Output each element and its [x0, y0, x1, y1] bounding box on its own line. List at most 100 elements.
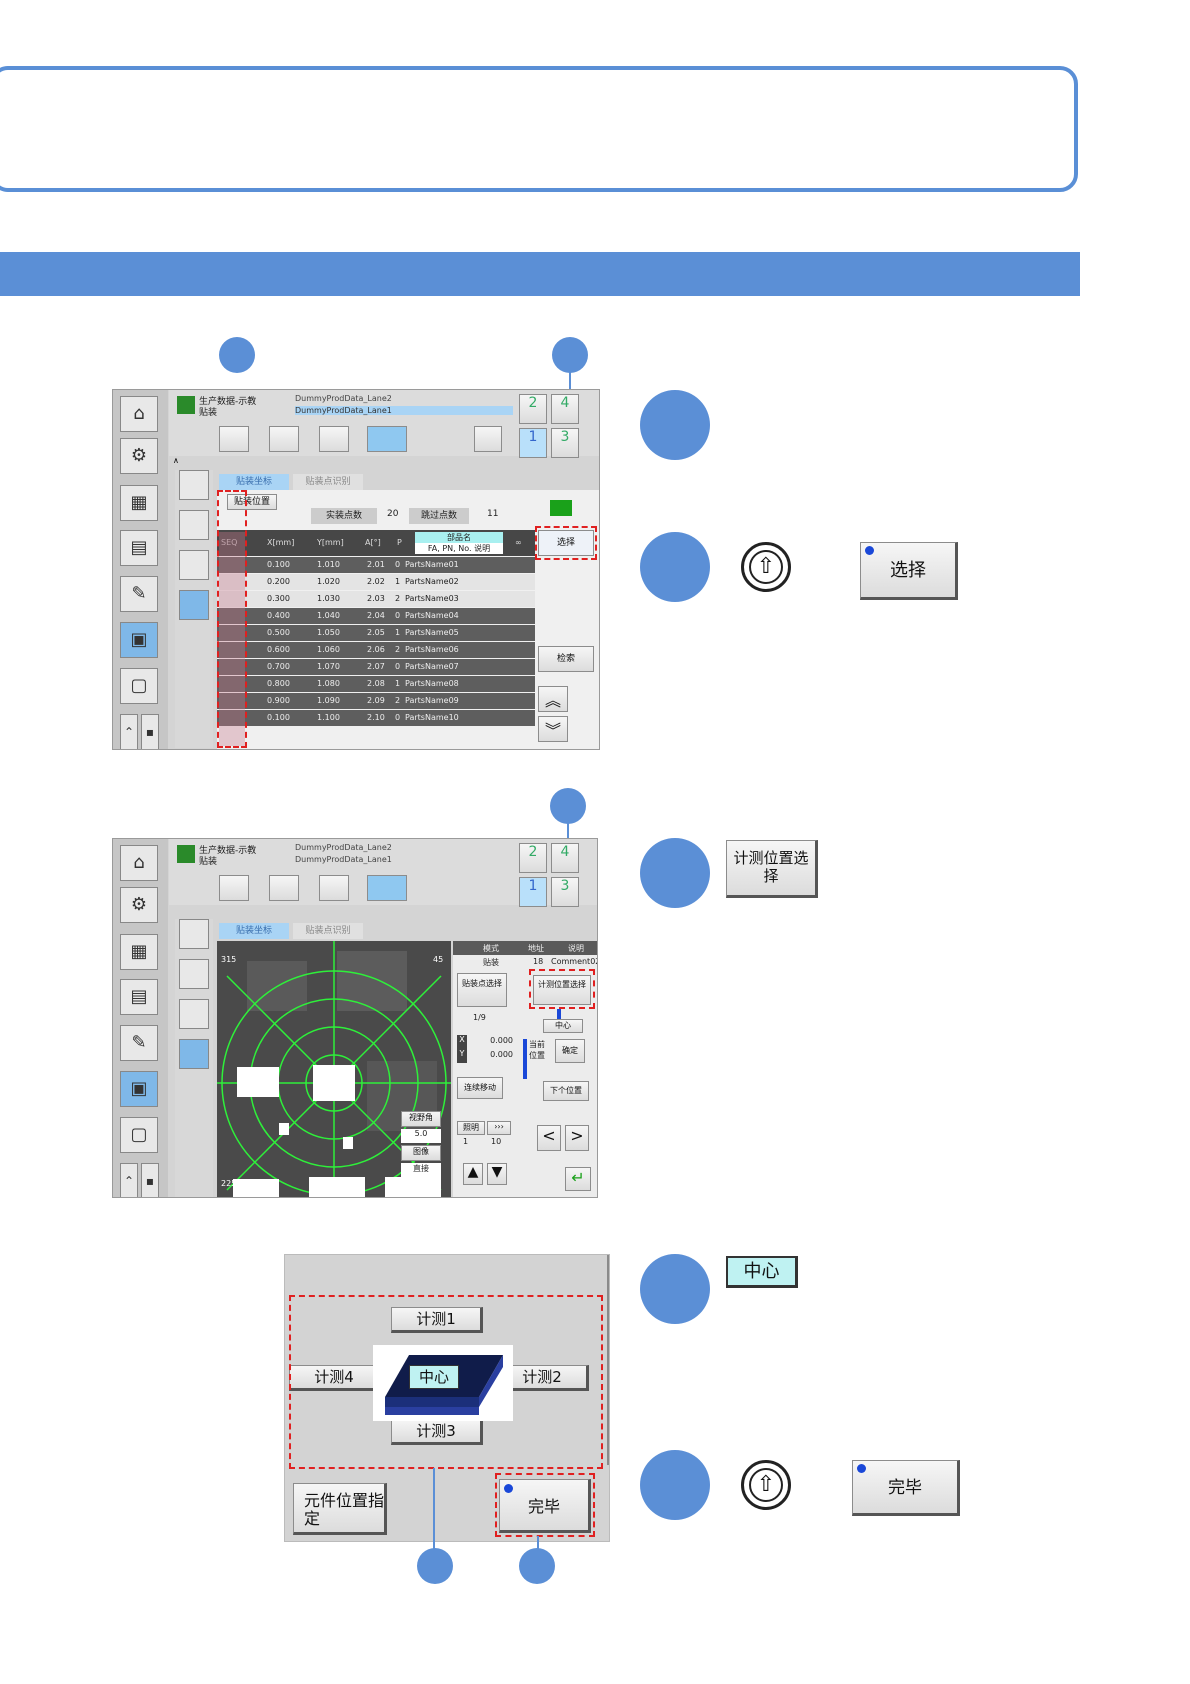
- table-row[interactable]: 0.100 1.010 2.01 0 PartsName01: [217, 557, 535, 573]
- component-position-button[interactable]: 元件位置指定: [293, 1483, 387, 1535]
- page-down-icon[interactable]: ︾: [538, 716, 568, 742]
- view-angle-label: 视野角: [401, 1111, 441, 1127]
- angle-label: 225: [221, 1179, 237, 1188]
- grid-icon[interactable]: [179, 999, 209, 1029]
- stage-3-button[interactable]: 3: [551, 877, 579, 907]
- top-bar: 生产数据-示教 贴装 DummyProdData_Lane2 DummyProd…: [169, 390, 599, 458]
- tab-coordinates[interactable]: 贴装坐标: [219, 923, 289, 939]
- production-icon: [177, 845, 195, 863]
- table-row[interactable]: 0.600 1.060 2.06 2 PartsName06: [217, 642, 535, 658]
- stage-4-button[interactable]: 4: [551, 394, 579, 424]
- info-desc-header: 说明: [568, 944, 584, 953]
- report-icon[interactable]: ▤: [120, 530, 158, 566]
- camera-view[interactable]: 315 45 225 视野角 5.0 图像 直接: [217, 941, 451, 1197]
- col-a: A[°]: [365, 538, 381, 547]
- teach-icon[interactable]: [179, 1039, 209, 1069]
- edit-icon[interactable]: [179, 959, 209, 989]
- lock-icon[interactable]: ▪: [141, 1163, 159, 1197]
- angle-label: 45: [433, 955, 444, 964]
- table-row[interactable]: 0.900 1.090 2.09 2 PartsName09: [217, 693, 535, 709]
- select-dashed-frame: [535, 526, 597, 560]
- stage-1-button[interactable]: 1: [519, 428, 547, 458]
- title-box: [0, 66, 1078, 192]
- document-icon[interactable]: [474, 426, 502, 452]
- point-select-button[interactable]: 贴装点选择: [457, 973, 507, 1007]
- collapse-icon[interactable]: ∧: [173, 456, 181, 466]
- scroll-up-icon[interactable]: ⌃: [120, 1163, 138, 1197]
- table-row[interactable]: 0.100 1.100 2.10 0 PartsName10: [217, 710, 535, 726]
- next-position-button[interactable]: 下个位置: [543, 1081, 589, 1101]
- setup-icon[interactable]: ⚙: [120, 438, 158, 474]
- next-icon[interactable]: >: [565, 1125, 589, 1151]
- bracket-line: [523, 1039, 527, 1079]
- grid-icon[interactable]: [179, 550, 209, 580]
- previous-icon[interactable]: <: [537, 1125, 561, 1151]
- table-row[interactable]: 0.300 1.030 2.03 2 PartsName03: [217, 591, 535, 607]
- confirm-button[interactable]: 确定: [555, 1039, 585, 1063]
- scroll-up-icon[interactable]: ⌃: [120, 714, 138, 749]
- shift-indicator-icon: [857, 1464, 866, 1473]
- tab-recognition[interactable]: 贴装点识别: [293, 474, 363, 490]
- link-icon: ∞: [515, 538, 522, 547]
- stage-2-button[interactable]: 2: [519, 843, 547, 873]
- search-button[interactable]: 检索: [538, 646, 594, 672]
- image-mode[interactable]: 直接: [401, 1163, 441, 1177]
- part-name-header[interactable]: 部品名: [415, 532, 503, 543]
- production-data-icon[interactable]: ▣: [120, 1071, 158, 1107]
- list-icon[interactable]: [179, 470, 209, 500]
- stage-4-button[interactable]: 4: [551, 843, 579, 873]
- edit-icon[interactable]: [179, 510, 209, 540]
- data-icon[interactable]: ▦: [120, 485, 158, 521]
- home-icon[interactable]: ⌂: [120, 396, 158, 432]
- tab-recognition[interactable]: 贴装点识别: [293, 923, 363, 939]
- light-value: 1: [463, 1137, 469, 1146]
- stage-3-button[interactable]: 3: [551, 428, 579, 458]
- info-address-header: 地址: [528, 944, 544, 953]
- production-icon: [177, 396, 195, 414]
- view-icon[interactable]: [269, 875, 299, 901]
- measure-select-button-sample: 计测位置选择: [726, 840, 818, 898]
- setup-icon[interactable]: ⚙: [120, 887, 158, 923]
- table-row[interactable]: 0.800 1.080 2.08 1 PartsName08: [217, 676, 535, 692]
- zoom-up-icon[interactable]: ▲: [463, 1163, 483, 1185]
- table-row[interactable]: 0.200 1.020 2.02 1 PartsName02: [217, 574, 535, 590]
- stage-1-button[interactable]: 1: [519, 877, 547, 907]
- view-icon[interactable]: [367, 875, 407, 901]
- light-label: 照明: [457, 1121, 485, 1135]
- report-icon[interactable]: ▤: [120, 979, 158, 1015]
- list-icon[interactable]: [179, 919, 209, 949]
- col-x: X[mm]: [267, 538, 295, 547]
- stage-2-button[interactable]: 2: [519, 394, 547, 424]
- arrow-icon: [557, 1009, 561, 1019]
- home-icon[interactable]: ⌂: [120, 845, 158, 881]
- maintenance-icon[interactable]: ✎: [120, 576, 158, 612]
- page-up-icon[interactable]: ︽: [538, 686, 568, 712]
- table-row[interactable]: 0.700 1.070 2.07 0 PartsName07: [217, 659, 535, 675]
- maintenance-icon[interactable]: ✎: [120, 1025, 158, 1061]
- center-button[interactable]: 中心: [543, 1019, 583, 1033]
- view-icon[interactable]: [269, 426, 299, 452]
- view-icon[interactable]: [219, 875, 249, 901]
- info-mode-header: 模式: [483, 944, 499, 953]
- zoom-down-icon[interactable]: ▼: [487, 1163, 507, 1185]
- return-icon[interactable]: ↵: [565, 1167, 591, 1191]
- lock-icon[interactable]: ▪: [141, 714, 159, 749]
- advance-icon[interactable]: ›››: [487, 1121, 511, 1135]
- table-row[interactable]: 0.500 1.050 2.05 1 PartsName05: [217, 625, 535, 641]
- production-data-icon[interactable]: ▣: [120, 622, 158, 658]
- view-icon[interactable]: [219, 426, 249, 452]
- file-icon[interactable]: ▢: [120, 1117, 158, 1153]
- teach-icon[interactable]: [179, 590, 209, 620]
- callout-line: [433, 1468, 435, 1552]
- file-icon[interactable]: ▢: [120, 668, 158, 704]
- continuous-move-button[interactable]: 连续移动: [457, 1077, 503, 1099]
- table-header: SEQ X[mm] Y[mm] A[°] P 部品名 FA, PN, No. 说…: [217, 530, 535, 556]
- view-icon[interactable]: [319, 875, 349, 901]
- view-icon[interactable]: [319, 426, 349, 452]
- screenshot-production-list: ⌂ ⚙ ▦ ▤ ✎ ▣ ▢ ⌃ ▪ 生产数据-示教 贴装 DummyProdDa…: [112, 389, 600, 750]
- table-row[interactable]: 0.400 1.040 2.04 0 PartsName04: [217, 608, 535, 624]
- view-icon[interactable]: [367, 426, 407, 452]
- data-icon[interactable]: ▦: [120, 934, 158, 970]
- tab-coordinates[interactable]: 贴装坐标: [219, 474, 289, 490]
- info-mode: 贴装: [483, 958, 499, 967]
